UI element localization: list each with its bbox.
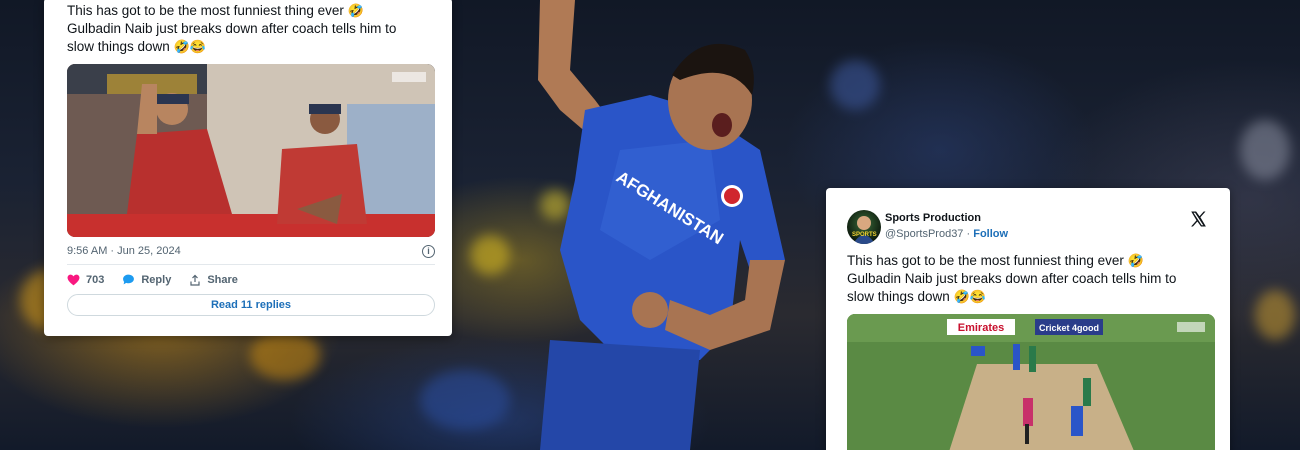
rofl-emoji: 🤣	[1127, 253, 1144, 268]
tweet-text-line: slow things down	[847, 289, 950, 304]
tweet-timestamp[interactable]: 9:56 AM · Jun 25, 2024	[67, 245, 181, 257]
tweet-text-line: Gulbadin Naib just breaks down after coa…	[67, 21, 397, 36]
x-logo-icon[interactable]	[1189, 210, 1207, 228]
read-replies-button[interactable]: Read 11 replies	[67, 294, 435, 316]
like-count: 703	[86, 274, 105, 286]
follow-link[interactable]: Follow	[973, 228, 1008, 240]
laughing-emoji: 🤣😂	[953, 289, 986, 304]
video-thumbnail[interactable]: Emirates Cricket 4good	[847, 314, 1215, 450]
rofl-emoji: 🤣	[347, 3, 364, 18]
tweet-actions: 703 Reply Share	[67, 271, 238, 289]
share-icon	[190, 274, 200, 286]
tweet-text-line: This has got to be the most funniest thi…	[847, 253, 1124, 268]
tweet-meta-row: 9:56 AM · Jun 25, 2024 i	[67, 243, 435, 259]
tweet-card-left: This has got to be the most funniest thi…	[44, 0, 452, 336]
user-handle[interactable]: @SportsProd37	[885, 228, 963, 240]
tweet-text: This has got to be the most funniest thi…	[67, 2, 437, 56]
reply-label: Reply	[141, 274, 172, 286]
divider	[67, 264, 435, 265]
reply-button[interactable]: Reply	[122, 274, 171, 286]
laughing-emoji: 🤣😂	[173, 39, 206, 54]
heart-icon	[67, 274, 80, 286]
tweet-text-line: This has got to be the most funniest thi…	[67, 3, 344, 18]
info-icon[interactable]: i	[422, 244, 435, 258]
handle-line: @SportsProd37 · Follow	[885, 228, 1008, 240]
share-label: Share	[207, 274, 238, 286]
avatar[interactable]: SPORTS	[847, 210, 881, 244]
tweet-text: This has got to be the most funniest thi…	[847, 252, 1212, 306]
video-sign-left: Emirates	[958, 322, 1004, 334]
tweet-text-line: Gulbadin Naib just breaks down after coa…	[847, 271, 1177, 286]
player-figure: AFGHANISTAN	[538, 0, 785, 450]
tweet-card-right: SPORTS Sports Production @SportsProd37 ·…	[826, 188, 1230, 450]
avatar-label: SPORTS	[852, 232, 877, 238]
tweet-text-line: slow things down	[67, 39, 170, 54]
reply-bubble-icon	[123, 274, 135, 285]
tweet-header: SPORTS Sports Production @SportsProd37 ·…	[847, 210, 1211, 246]
separator-dot: ·	[963, 228, 974, 240]
share-button[interactable]: Share	[189, 274, 238, 287]
like-button[interactable]: 703	[67, 274, 104, 286]
video-thumbnail[interactable]	[67, 64, 435, 237]
video-sign-right: Cricket 4good	[1039, 323, 1099, 333]
display-name[interactable]: Sports Production	[885, 212, 981, 224]
